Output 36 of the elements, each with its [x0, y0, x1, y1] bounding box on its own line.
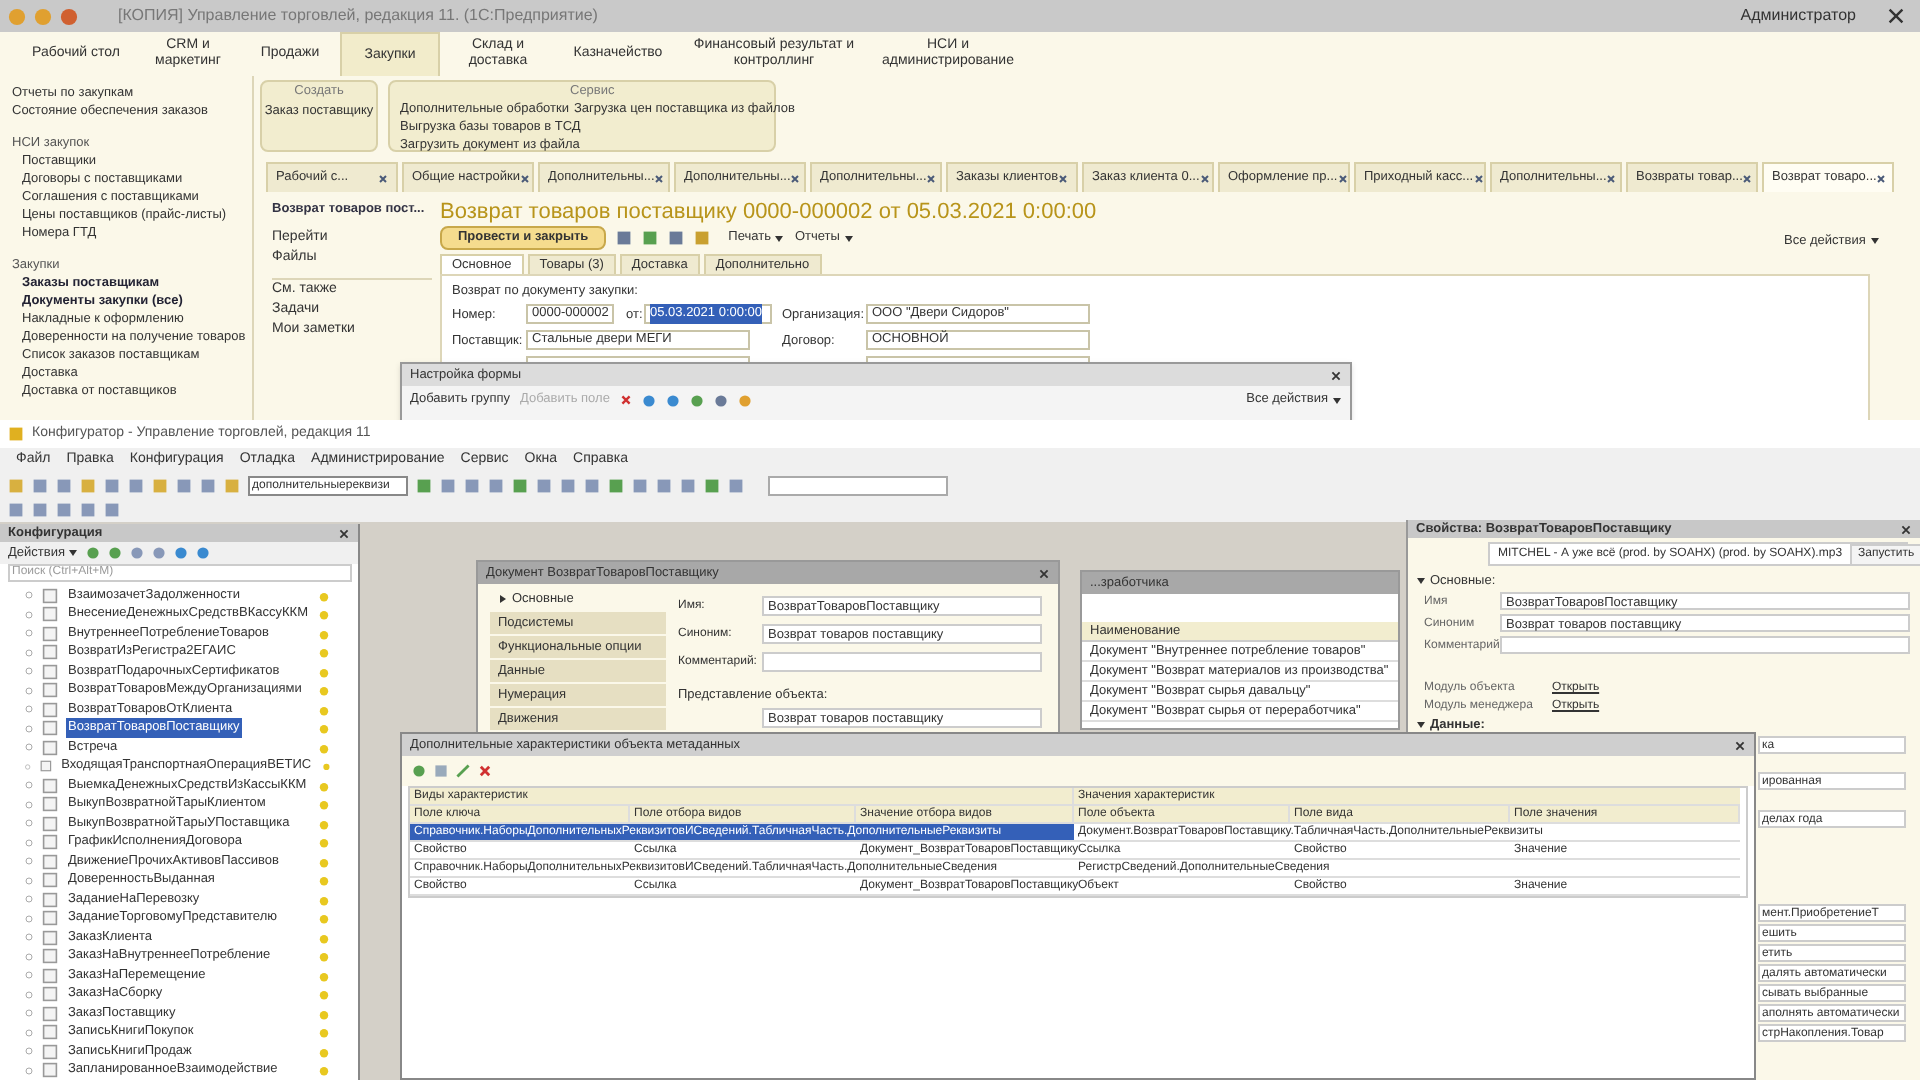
close-icon[interactable] [1330, 369, 1342, 381]
close-icon[interactable] [1888, 8, 1904, 24]
close-icon[interactable] [1199, 173, 1210, 183]
app-icon[interactable] [8, 426, 24, 442]
close-icon[interactable] [790, 173, 801, 183]
close-icon[interactable] [654, 173, 665, 183]
comment-field[interactable] [1500, 636, 1910, 654]
close-icon[interactable] [378, 173, 388, 183]
close-icon[interactable] [1734, 739, 1746, 751]
close-icon[interactable] [1038, 567, 1050, 579]
caret-icon[interactable] [843, 233, 854, 243]
caret-icon[interactable] [1869, 236, 1880, 247]
close-icon[interactable] [1337, 173, 1348, 183]
caret-icon[interactable] [1416, 576, 1426, 587]
caret-icon[interactable] [1416, 720, 1426, 731]
input-field[interactable] [768, 475, 948, 495]
close-icon[interactable] [1473, 173, 1484, 183]
caret-icon[interactable] [1332, 395, 1342, 405]
caret-icon[interactable] [68, 548, 79, 558]
close-icon[interactable] [926, 173, 937, 183]
comment-field[interactable] [762, 652, 1042, 672]
user-name[interactable]: Администратор [1740, 4, 1856, 28]
close-icon[interactable] [338, 527, 350, 539]
close-icon[interactable] [1606, 173, 1617, 183]
delete-icon[interactable] [478, 764, 492, 778]
window-title: [КОПИЯ] Управление торговлей, редакция 11. (1С:Предприятие) [118, 4, 598, 28]
add-icon[interactable] [412, 764, 426, 778]
document-title: Возврат товаров поставщику 0000-000002 от 05.03.2021 0:00:00 [440, 198, 1097, 228]
close-icon[interactable] [519, 173, 530, 183]
delete-icon[interactable] [619, 394, 632, 406]
close-icon[interactable] [1742, 173, 1753, 183]
caret-icon[interactable] [774, 233, 785, 243]
close-icon[interactable] [1876, 173, 1887, 183]
close-icon[interactable] [1900, 523, 1912, 535]
caret-icon[interactable] [498, 594, 508, 604]
close-icon[interactable] [1058, 173, 1069, 183]
